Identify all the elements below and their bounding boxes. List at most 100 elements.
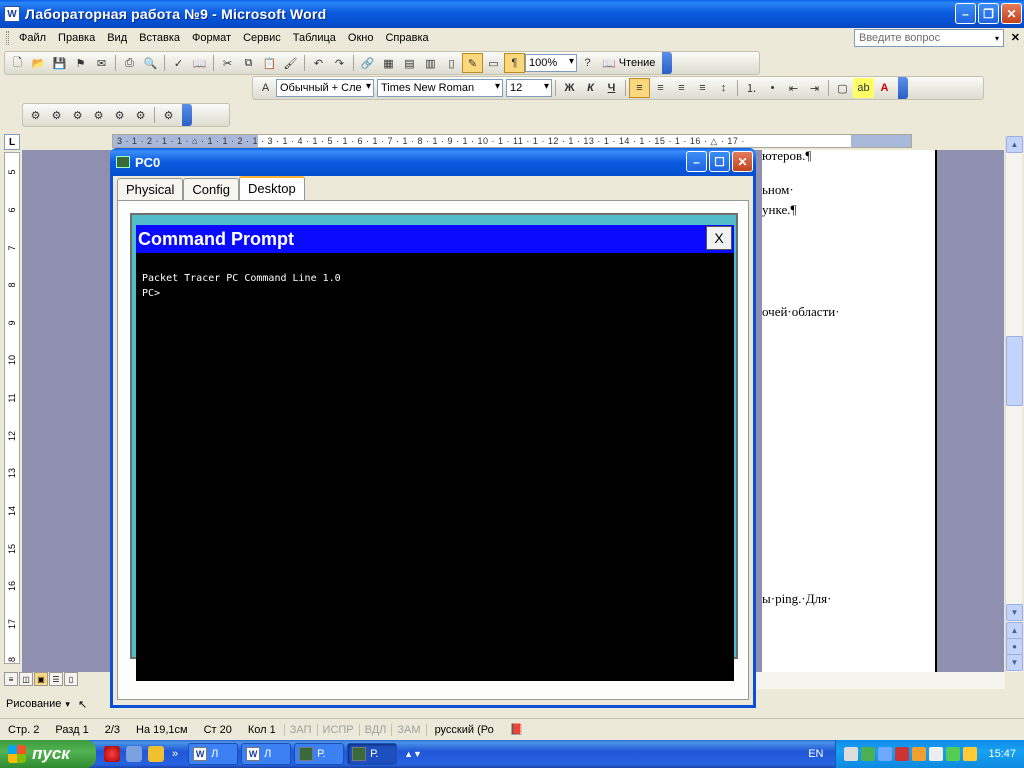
quick-launch-more-icon[interactable]: » (172, 748, 178, 760)
menu-grip[interactable] (6, 31, 9, 45)
status-overtype[interactable]: ЗАМ (391, 723, 425, 736)
shape-tool-icon[interactable]: ⚙ (25, 105, 46, 125)
print-icon[interactable]: ⎙ (119, 53, 140, 73)
web-view-icon[interactable]: ◫ (19, 672, 33, 686)
select-objects-icon[interactable]: ↖ (78, 698, 87, 711)
research-icon[interactable]: 📖 (189, 53, 210, 73)
tables-borders-icon[interactable]: ▦ (378, 53, 399, 73)
shape-tool-icon[interactable]: ⚙ (88, 105, 109, 125)
clock[interactable]: 15:47 (988, 748, 1016, 760)
outline-view-icon[interactable]: ☰ (49, 672, 63, 686)
numbered-list-icon[interactable]: ⒈ (741, 78, 762, 98)
menu-file[interactable]: Файл (13, 30, 52, 46)
tray-app-icon[interactable] (912, 747, 927, 761)
cut-icon[interactable]: ✂ (217, 53, 238, 73)
shape-tool-icon[interactable]: ⚙ (130, 105, 151, 125)
menu-help[interactable]: Справка (379, 30, 434, 46)
font-color-icon[interactable]: A (874, 78, 895, 98)
align-center-icon[interactable]: ≡ (650, 78, 671, 98)
document-close-icon[interactable]: ✕ (1011, 31, 1020, 44)
tab-stop-selector[interactable]: L (4, 134, 20, 150)
vertical-scrollbar[interactable]: ▲ ▼ ▲ ● ▼ (1005, 136, 1023, 672)
copy-icon[interactable]: ⧉ (238, 53, 259, 73)
align-right-icon[interactable]: ≡ (671, 78, 692, 98)
justify-icon[interactable]: ≡ (692, 78, 713, 98)
start-button[interactable]: пуск (0, 740, 96, 768)
spelling-icon[interactable]: ✓ (168, 53, 189, 73)
horizontal-ruler[interactable]: 3 · 1 · 2 · 1 · 1 · ⌂ · 1 · 1 · 2 · 1 · … (112, 134, 912, 148)
taskbar-word-1[interactable]: W Л (188, 743, 239, 765)
toolbar-options-icon[interactable] (182, 104, 192, 126)
font-size-select[interactable]: 12 (506, 79, 552, 97)
ask-question-input[interactable]: Введите вопрос (854, 29, 1004, 47)
permission-icon[interactable]: ⚑ (70, 53, 91, 73)
language-indicator[interactable]: EN (796, 748, 835, 760)
taskbar-scroll-icon[interactable]: ▲▼ (404, 749, 422, 759)
tab-desktop[interactable]: Desktop (239, 176, 305, 201)
drawing-menu[interactable]: Рисование (6, 698, 61, 710)
show-hide-pilcrow-icon[interactable]: ¶ (504, 53, 525, 73)
print-layout-view-icon[interactable]: ▣ (34, 672, 48, 686)
ask-dropdown-icon[interactable]: ▾ (990, 29, 1004, 47)
tab-config[interactable]: Config (183, 178, 239, 201)
pc0-titlebar[interactable]: PC0 – ☐ ✕ (110, 148, 756, 176)
quick-launch-app-icon[interactable] (148, 746, 164, 762)
printer-icon[interactable] (844, 747, 859, 761)
tray-app-icon[interactable] (878, 747, 893, 761)
open-folder-icon[interactable]: 📂 (28, 53, 49, 73)
taskbar-packet-tracer-1[interactable]: Р. (294, 743, 345, 765)
decrease-indent-icon[interactable]: ⇤ (783, 78, 804, 98)
taskbar-word-2[interactable]: W Л (241, 743, 292, 765)
italic-icon[interactable]: К (580, 78, 601, 98)
spelling-status-icon[interactable]: 📕 (502, 723, 532, 736)
drawing-icon[interactable]: ✎ (462, 53, 483, 73)
scroll-thumb[interactable] (1006, 336, 1023, 406)
undo-icon[interactable]: ↶ (308, 53, 329, 73)
status-language[interactable]: русский (Ро (425, 723, 502, 736)
menu-view[interactable]: Вид (101, 30, 133, 46)
volume-icon[interactable] (929, 747, 944, 761)
vertical-ruler[interactable]: 5 6 7 8 9 10 11 12 13 14 15 16 17 18 (4, 152, 20, 664)
document-page[interactable]: ютеров.¶ ьном· унке.¶ очей·области· ы·pi… (762, 148, 937, 672)
minimize-button[interactable]: – (955, 3, 976, 24)
highlight-icon[interactable]: ab (853, 78, 874, 98)
underline-icon[interactable]: Ч (601, 78, 622, 98)
status-record[interactable]: ЗАП (283, 723, 317, 736)
scroll-down-icon[interactable]: ▼ (1006, 604, 1023, 621)
network-icon[interactable] (946, 747, 961, 761)
next-page-icon[interactable]: ▼ (1006, 654, 1023, 671)
quick-launch-app-icon[interactable] (126, 746, 142, 762)
restore-button[interactable]: ❐ (978, 3, 999, 24)
insert-table-icon[interactable]: ▤ (399, 53, 420, 73)
pc0-maximize-button[interactable]: ☐ (709, 151, 730, 172)
toolbar-options-icon[interactable] (898, 77, 908, 99)
opera-icon[interactable] (104, 746, 120, 762)
command-console[interactable]: Packet Tracer PC Command Line 1.0 PC> (136, 253, 734, 681)
browse-object-icon[interactable]: ● (1006, 638, 1023, 655)
drawing-dropdown-icon[interactable]: ▾ (65, 699, 70, 710)
redo-icon[interactable]: ↷ (329, 53, 350, 73)
save-icon[interactable]: 💾 (49, 53, 70, 73)
scroll-up-icon[interactable]: ▲ (1006, 136, 1023, 153)
insert-excel-icon[interactable]: ▥ (420, 53, 441, 73)
status-extend[interactable]: ВДЛ (358, 723, 392, 736)
bold-icon[interactable]: Ж (559, 78, 580, 98)
help-icon[interactable]: ? (577, 53, 598, 73)
styles-pane-icon[interactable]: A (255, 78, 276, 98)
print-preview-icon[interactable]: 🔍 (140, 53, 161, 73)
zoom-select[interactable]: 100% (525, 54, 577, 72)
tray-app-icon[interactable] (861, 747, 876, 761)
increase-indent-icon[interactable]: ⇥ (804, 78, 825, 98)
shape-tool-icon[interactable]: ⚙ (109, 105, 130, 125)
font-select[interactable]: Times New Roman (377, 79, 503, 97)
hyperlink-icon[interactable]: 🔗 (357, 53, 378, 73)
normal-view-icon[interactable]: ≡ (4, 672, 18, 686)
word-app-icon[interactable]: W (4, 6, 20, 22)
shape-tool-icon[interactable]: ⚙ (67, 105, 88, 125)
previous-page-icon[interactable]: ▲ (1006, 622, 1023, 639)
menu-table[interactable]: Таблица (287, 30, 342, 46)
style-select[interactable]: Обычный + Сле (276, 79, 374, 97)
new-document-icon[interactable]: 🗋 (7, 53, 28, 73)
paste-icon[interactable]: 📋 (259, 53, 280, 73)
reading-mode-button[interactable]: 📖 Чтение (598, 57, 659, 70)
